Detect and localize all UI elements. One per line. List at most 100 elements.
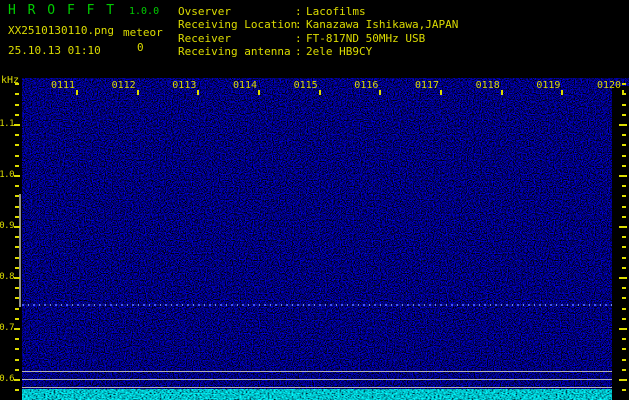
freq-tick-right xyxy=(622,104,626,106)
time-tick xyxy=(440,90,442,95)
time-tick xyxy=(622,90,624,95)
station-info-row: Receiving Location:Kanazawa Ishikawa,JAP… xyxy=(178,18,458,31)
freq-tick-right xyxy=(619,226,627,228)
time-tick-label: 0119 xyxy=(533,80,563,91)
carrier-signal-line xyxy=(22,304,612,306)
time-tick-label: 0120 xyxy=(594,80,624,91)
freq-tick-label: 1.1 xyxy=(0,119,14,129)
time-tick-label: 0118 xyxy=(473,80,503,91)
freq-tick-right xyxy=(622,257,626,259)
freq-tick-right xyxy=(619,328,627,330)
freq-tick-left xyxy=(14,277,20,279)
freq-tick-left xyxy=(14,379,20,381)
info-value: Kanazawa Ishikawa,JAPAN xyxy=(306,18,458,31)
time-tick xyxy=(379,90,381,95)
time-tick-label: 0112 xyxy=(109,80,139,91)
freq-tick-left xyxy=(15,389,19,391)
freq-tick-right xyxy=(622,236,626,238)
freq-tick-left xyxy=(15,216,19,218)
freq-tick-left xyxy=(15,287,19,289)
level-reference-line xyxy=(22,387,612,388)
freq-tick-right xyxy=(619,175,627,177)
freq-tick-left xyxy=(15,185,19,187)
freq-tick-left xyxy=(15,348,19,350)
freq-tick-right xyxy=(622,267,626,269)
freq-tick-right xyxy=(619,277,627,279)
meteor-count-label: meteor xyxy=(123,26,163,39)
time-tick xyxy=(137,90,139,95)
freq-tick-left xyxy=(15,144,19,146)
freq-tick-left xyxy=(15,93,19,95)
info-value: Lacofilms xyxy=(306,5,366,18)
freq-tick-right xyxy=(622,318,626,320)
time-tick-label: 0114 xyxy=(230,80,260,91)
info-separator: : xyxy=(295,32,306,45)
station-info-row: Receiving antenna:2ele HB9CY xyxy=(178,45,458,58)
frequency-window-marker xyxy=(19,194,21,307)
info-label: Receiving antenna xyxy=(178,45,295,58)
info-label: Receiving Location xyxy=(178,18,295,31)
freq-tick-right xyxy=(622,246,626,248)
freq-tick-right xyxy=(622,144,626,146)
freq-tick-right xyxy=(622,206,626,208)
freq-tick-left xyxy=(15,134,19,136)
freq-tick-left xyxy=(15,267,19,269)
spectrogram xyxy=(22,78,629,400)
freq-tick-left xyxy=(15,114,19,116)
station-info: Ovserver:Lacofilms Receiving Location:Ka… xyxy=(178,5,458,58)
freq-tick-left xyxy=(15,236,19,238)
freq-tick-right xyxy=(622,134,626,136)
time-tick xyxy=(197,90,199,95)
info-value: 2ele HB9CY xyxy=(306,45,372,58)
info-label: Ovserver xyxy=(178,5,295,18)
freq-tick-right xyxy=(622,216,626,218)
freq-tick-left xyxy=(15,308,19,310)
freq-tick-left xyxy=(15,165,19,167)
freq-tick-label: 0.7 xyxy=(0,323,14,333)
freq-tick-left xyxy=(14,124,20,126)
freq-tick-left xyxy=(15,359,19,361)
hrofft-output: H R O F F T 1.0.0 XX2510130110.png meteo… xyxy=(0,0,629,400)
freq-tick-label: 0.8 xyxy=(0,272,14,282)
freq-tick-left xyxy=(14,226,20,228)
info-label: Receiver xyxy=(178,32,295,45)
freq-tick-left xyxy=(15,369,19,371)
freq-tick-right xyxy=(622,195,626,197)
output-filename: XX2510130110.png xyxy=(8,24,114,37)
freq-tick-left xyxy=(15,246,19,248)
time-tick xyxy=(76,90,78,95)
station-info-row: Receiver:FT-817ND 50MHz USB xyxy=(178,32,458,45)
freq-tick-left xyxy=(15,297,19,299)
freq-tick-right xyxy=(622,359,626,361)
level-reference-line xyxy=(22,379,612,380)
freq-tick-left xyxy=(15,338,19,340)
freq-tick-right xyxy=(622,297,626,299)
freq-tick-left xyxy=(15,155,19,157)
freq-tick-label: 0.9 xyxy=(0,221,14,231)
time-tick-label: 0113 xyxy=(169,80,199,91)
freq-tick-left xyxy=(15,318,19,320)
freq-tick-label: 1.0 xyxy=(0,170,14,180)
time-tick xyxy=(258,90,260,95)
freq-tick-right xyxy=(619,124,627,126)
freq-tick-right xyxy=(622,287,626,289)
info-value: FT-817ND 50MHz USB xyxy=(306,32,425,45)
freq-tick-left xyxy=(15,206,19,208)
time-tick-label: 0115 xyxy=(291,80,321,91)
freq-tick-right xyxy=(619,379,627,381)
freq-tick-right xyxy=(622,155,626,157)
observation-datetime: 25.10.13 01:10 xyxy=(8,44,101,57)
app-title: H R O F F T xyxy=(8,3,116,18)
time-tick xyxy=(319,90,321,95)
time-tick-label: 0117 xyxy=(412,80,442,91)
freq-tick-label: 0.6 xyxy=(0,374,14,384)
freq-tick-right xyxy=(622,185,626,187)
time-tick xyxy=(501,90,503,95)
info-separator: : xyxy=(295,45,306,58)
freq-tick-right xyxy=(622,165,626,167)
level-reference-line xyxy=(22,371,612,372)
freq-tick-left xyxy=(15,257,19,259)
freq-tick-right xyxy=(622,369,626,371)
freq-tick-right xyxy=(622,389,626,391)
freq-tick-left xyxy=(14,328,20,330)
